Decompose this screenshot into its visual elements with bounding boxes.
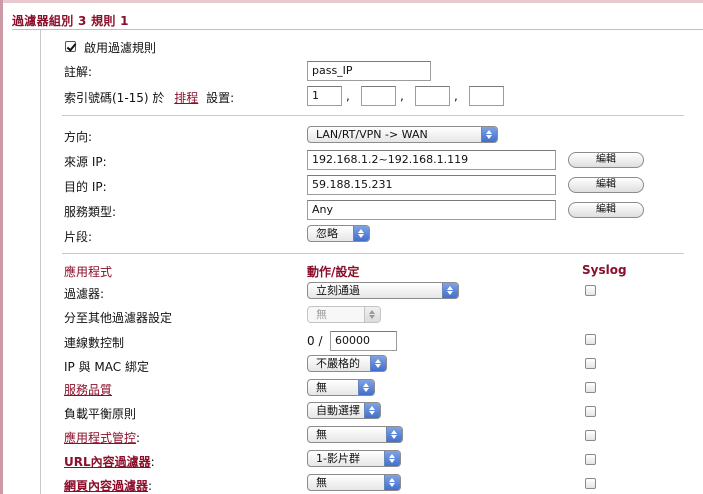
section-divider [62,253,684,254]
schedule-index-suffix: 設置: [206,91,235,105]
web-filter-select-value: 無 [316,476,327,489]
fragment-select-value: 忽略 [316,227,338,240]
app-control-select-value: 無 [316,428,327,441]
chevron-updown-icon [384,475,400,490]
url-filter-link[interactable]: URL內容過濾器 [64,455,151,469]
app-control-link[interactable]: 應用程式管控 [64,431,136,445]
chevron-updown-icon [386,427,402,442]
branch-filter-select-value: 無 [316,308,327,321]
schedule-separator: , [346,89,350,103]
branch-filter-select[interactable]: 無 [307,306,381,323]
section-divider [62,115,684,116]
schedule-index-prefix: 索引號碼(1-15) 於 [64,91,165,105]
app-control-syslog-checkbox[interactable] [585,430,596,441]
load-balance-syslog-checkbox[interactable] [585,406,596,417]
chevron-updown-icon [353,226,369,241]
url-filter-row-label: URL內容過濾器: [64,453,155,470]
branch-filter-label: 分至其他過濾器設定 [64,311,173,325]
chevron-updown-icon [442,283,458,298]
qos-syslog-checkbox[interactable] [585,382,596,393]
web-filter-syslog-checkbox[interactable] [585,478,596,489]
web-filter-link[interactable]: 網頁內容過濾器 [64,479,148,493]
app-column-header: 應用程式 [64,265,113,279]
schedule-index-4-input[interactable] [469,86,504,106]
session-syslog-checkbox[interactable] [585,334,596,345]
chevron-updown-icon [384,451,400,466]
schedule-separator: , [454,89,458,103]
schedule-link[interactable]: 排程 [174,91,198,105]
service-type-input[interactable]: Any [307,200,556,220]
app-control-colon: : [136,431,141,445]
window-left-edge [0,0,3,494]
form-left-border [40,30,41,494]
schedule-index-3-input[interactable] [415,86,450,106]
ip-mac-binding-select-value: 不嚴格的 [316,357,360,370]
web-filter-colon: : [148,479,153,493]
action-column-header: 動作/設定 [307,265,360,279]
source-ip-input[interactable]: 192.168.1.2~192.168.1.119 [307,150,556,170]
dest-ip-label: 目的 IP: [64,180,107,194]
direction-select-value: LAN/RT/VPN -> WAN [316,128,428,141]
session-count-prefix: 0 / [307,334,323,348]
load-balance-label: 負載平衡原則 [64,407,137,421]
url-filter-select-value: 1-影片群 [316,452,360,465]
app-control-row-label: 應用程式管控: [64,429,140,446]
page-title: 過濾器組別 3 規則 1 [12,14,129,28]
ip-mac-syslog-checkbox[interactable] [585,358,596,369]
load-balance-select[interactable]: 自動選擇 [307,402,381,419]
source-ip-label: 來源 IP: [64,155,107,169]
session-limit-input[interactable]: 60000 [330,331,397,351]
schedule-index-1-input[interactable]: 1 [307,86,342,106]
fragment-select[interactable]: 忽略 [307,225,370,242]
filter-select[interactable]: 立刻通過 [307,282,459,299]
url-filter-select[interactable]: 1-影片群 [307,450,401,467]
top-rule [3,0,703,3]
filter-label: 過濾器: [64,287,105,301]
chevron-updown-icon [481,127,497,142]
ip-mac-binding-label: IP 與 MAC 綁定 [64,360,149,374]
service-type-label: 服務類型: [64,205,117,219]
app-control-select[interactable]: 無 [307,426,403,443]
chevron-updown-icon [364,403,380,418]
comment-input[interactable]: pass_IP [307,61,431,81]
chevron-updown-icon [358,380,374,395]
fragment-label: 片段: [64,230,93,244]
schedule-separator: , [400,89,404,103]
syslog-column-header: Syslog [582,263,627,277]
web-filter-row-label: 網頁內容過濾器: [64,477,152,494]
ip-mac-binding-select[interactable]: 不嚴格的 [307,355,387,372]
qos-link[interactable]: 服務品質 [64,381,112,398]
qos-select[interactable]: 無 [307,379,375,396]
chevron-updown-icon [364,307,380,322]
session-control-label: 連線數控制 [64,336,125,350]
direction-label: 方向: [64,130,93,144]
schedule-index-2-input[interactable] [361,86,396,106]
comment-label: 註解: [64,65,93,79]
source-ip-edit-button[interactable]: 編輯 [568,152,644,168]
qos-select-value: 無 [316,381,327,394]
web-filter-select[interactable]: 無 [307,474,401,491]
url-filter-syslog-checkbox[interactable] [585,454,596,465]
load-balance-select-value: 自動選擇 [316,404,360,417]
filter-select-value: 立刻通過 [316,284,360,297]
dest-ip-input[interactable]: 59.188.15.231 [307,175,556,195]
dest-ip-edit-button[interactable]: 編輯 [568,177,644,193]
enable-rule-checkbox[interactable] [65,41,76,52]
service-type-edit-button[interactable]: 編輯 [568,202,644,218]
title-divider [12,29,703,30]
chevron-updown-icon [370,356,386,371]
enable-rule-label: 啟用過濾規則 [84,41,157,55]
schedule-index-label: 索引號碼(1-15) 於 排程 設置: [64,89,234,106]
url-filter-colon: : [150,455,155,469]
direction-select[interactable]: LAN/RT/VPN -> WAN [307,126,498,143]
filter-syslog-checkbox[interactable] [585,285,596,296]
